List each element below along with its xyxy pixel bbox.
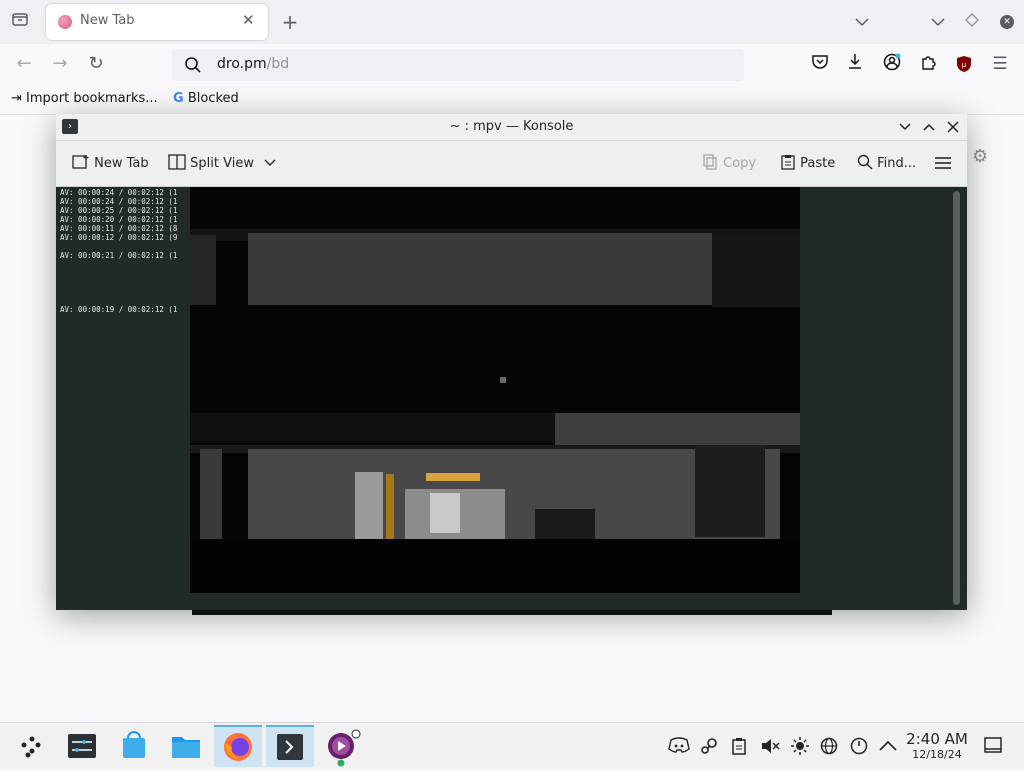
volume-muted-icon[interactable] — [760, 737, 780, 759]
konsole-maximize-icon[interactable] — [922, 119, 936, 138]
ublock-origin-icon[interactable]: μ — [956, 55, 972, 77]
mpv-taskbar-button[interactable] — [318, 725, 366, 767]
close-tab-icon[interactable]: ✕ — [242, 11, 255, 29]
konsole-window: › ~ : mpv — Konsole New Tab Split View C… — [56, 114, 967, 615]
bookmark-blocked-label: Blocked — [187, 91, 239, 106]
url-path: /bd — [266, 56, 290, 72]
clock[interactable]: 2:40 AM 12/18/24 — [900, 731, 974, 762]
konsole-minimize-icon[interactable] — [898, 119, 912, 138]
paste-button[interactable]: Paste — [780, 154, 835, 171]
paste-icon — [780, 155, 796, 171]
konsole-icon — [277, 734, 303, 760]
terminal-line: AV: 00:00:25 / 00:02:12 (1 — [60, 206, 178, 215]
copy-button[interactable]: Copy — [703, 154, 756, 171]
tab-title: New Tab — [80, 13, 135, 28]
find-button[interactable]: Find... — [857, 154, 916, 171]
settings-gear-icon[interactable]: ⚙ — [972, 146, 988, 167]
import-icon: ⇥ — [11, 91, 22, 106]
close-window-icon[interactable]: ✕ — [1000, 15, 1014, 29]
split-view-button[interactable]: Split View — [168, 154, 276, 171]
menu-icon[interactable]: ☰ — [988, 52, 1012, 76]
split-view-icon — [168, 154, 186, 171]
shopping-bag-icon — [123, 731, 145, 758]
url-text: dro.pm/bd — [217, 56, 289, 72]
google-icon: G — [173, 91, 184, 106]
new-tab-button[interactable]: + — [278, 10, 302, 34]
konsole-title: ~ : mpv — Konsole — [449, 119, 574, 134]
new-tab-icon — [72, 155, 90, 171]
tab-list-icon[interactable] — [8, 10, 32, 34]
settings-sliders-icon — [68, 734, 96, 758]
bookmarks-toolbar: ⇥ Import bookmarks... G Blocked — [0, 86, 1024, 115]
show-desktop-icon[interactable] — [984, 737, 1002, 757]
tray-expand-icon[interactable] — [879, 737, 897, 755]
konsole-taskbar-button[interactable] — [266, 725, 314, 767]
search-icon — [184, 56, 202, 78]
power-gauge-icon[interactable] — [850, 737, 868, 759]
downloads-icon[interactable] — [843, 52, 867, 76]
bookmark-blocked[interactable]: G Blocked — [173, 91, 239, 106]
konsole-titlebar[interactable]: › ~ : mpv — Konsole — [56, 114, 967, 141]
account-icon[interactable] — [880, 52, 904, 76]
terminal-line: AV: 00:00:24 / 00:02:12 (1 — [60, 188, 178, 197]
network-globe-icon[interactable] — [820, 737, 838, 759]
copy-icon — [703, 154, 719, 171]
paste-label: Paste — [800, 156, 836, 171]
file-manager-button[interactable] — [162, 725, 210, 767]
konsole-toolbar: New Tab Split View Copy Paste Find... — [56, 141, 967, 187]
mpv-icon — [328, 729, 361, 767]
hamburger-menu-icon[interactable] — [934, 155, 952, 174]
steamdeck-launcher-icon — [21, 736, 41, 758]
video-bottom-bar — [192, 610, 832, 615]
firefox-taskbar-button[interactable] — [214, 725, 262, 767]
clipboard-tray-icon[interactable] — [732, 737, 746, 759]
new-tab-button[interactable]: New Tab — [72, 154, 149, 171]
firefox-favicon-icon — [58, 15, 72, 29]
pocket-icon[interactable] — [808, 52, 832, 76]
app-launcher-button[interactable] — [10, 725, 58, 767]
terminal-line: AV: 00:00:11 / 00:02:12 (8 — [60, 224, 178, 233]
url-host: dro.pm — [217, 56, 267, 72]
discover-store-button[interactable] — [110, 725, 158, 767]
tab-strip: New Tab ✕ + ✕ — [0, 0, 1024, 44]
tab-new-tab[interactable]: New Tab ✕ — [46, 4, 268, 40]
find-icon — [857, 154, 873, 171]
mpv-video-frame — [190, 187, 800, 593]
taskbar — [0, 722, 1024, 769]
terminal-line: AV: 00:00:12 / 00:02:12 (9 — [60, 233, 178, 242]
system-settings-button[interactable] — [58, 725, 106, 767]
back-icon[interactable]: ← — [12, 52, 36, 76]
svg-text:μ: μ — [962, 61, 967, 69]
extensions-icon[interactable] — [916, 52, 940, 76]
brightness-icon[interactable] — [791, 737, 809, 759]
list-all-tabs-icon[interactable] — [850, 10, 874, 34]
new-tab-label: New Tab — [94, 156, 149, 171]
konsole-close-icon[interactable] — [946, 119, 960, 138]
reload-icon[interactable]: ↻ — [84, 52, 108, 76]
url-bar[interactable]: dro.pm/bd — [172, 49, 744, 81]
copy-label: Copy — [723, 156, 757, 171]
maximize-window-icon[interactable] — [960, 10, 984, 34]
import-bookmarks-link[interactable]: ⇥ Import bookmarks... — [11, 91, 158, 106]
clock-date: 12/18/24 — [912, 748, 962, 761]
clock-time: 2:40 AM — [906, 730, 968, 748]
split-view-label: Split View — [190, 156, 254, 171]
forward-icon[interactable]: → — [48, 52, 72, 76]
steam-tray-icon[interactable] — [700, 737, 718, 759]
terminal-line: AV: 00:00:24 / 00:02:12 (1 — [60, 197, 178, 206]
import-bookmarks-label: Import bookmarks... — [26, 91, 158, 106]
terminal-scrollbar[interactable] — [953, 191, 960, 605]
discord-tray-icon[interactable] — [668, 737, 690, 757]
video-frame-image — [190, 187, 800, 593]
minimize-window-icon[interactable] — [926, 10, 950, 34]
firefox-icon — [224, 733, 252, 761]
folder-icon — [172, 737, 200, 758]
chevron-down-icon — [258, 156, 276, 171]
terminal-line: AV: 00:00:19 / 00:02:12 (1 — [60, 305, 178, 314]
terminal-line: AV: 00:00:20 / 00:02:12 (1 — [60, 215, 178, 224]
terminal-line: AV: 00:00:21 / 00:02:12 (1 — [60, 251, 178, 260]
find-label: Find... — [877, 156, 917, 171]
